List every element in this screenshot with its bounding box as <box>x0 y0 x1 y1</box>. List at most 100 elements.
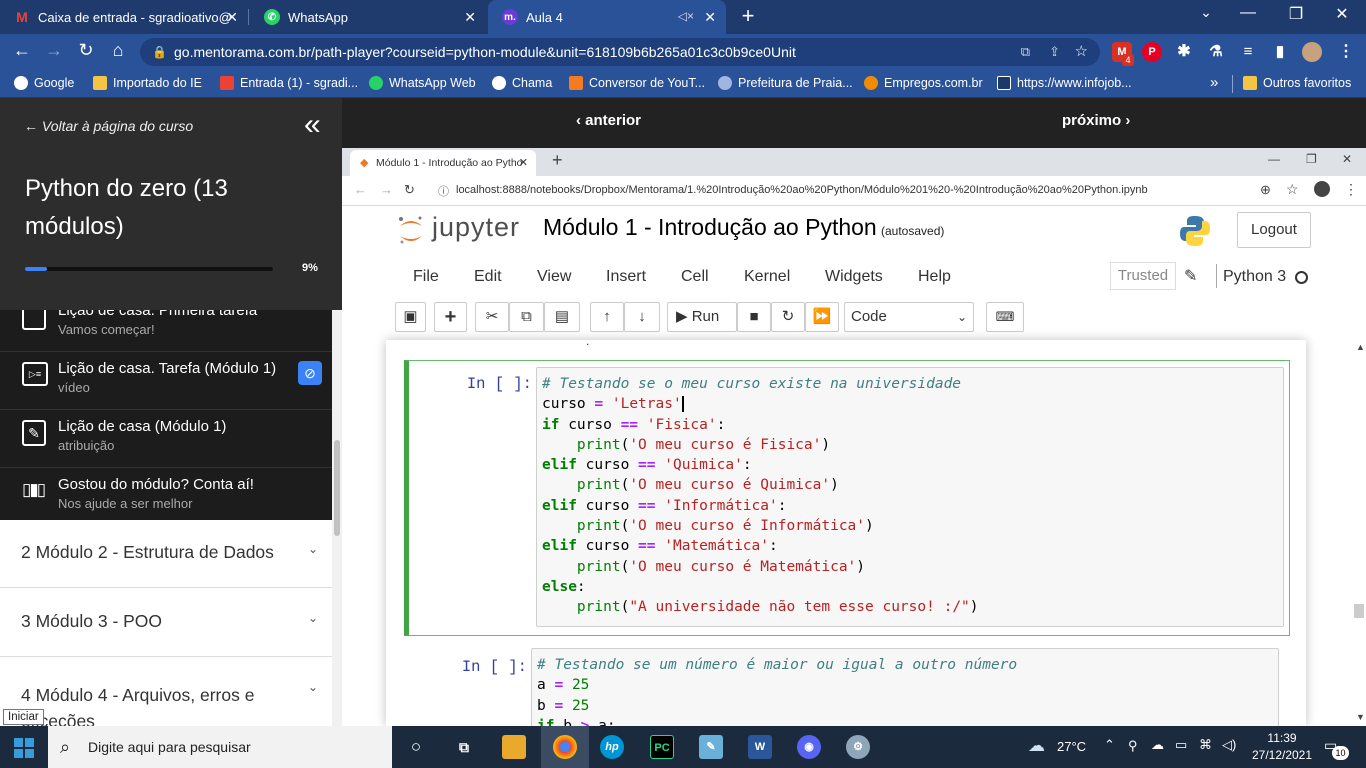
chrome-icon[interactable] <box>553 735 577 759</box>
interrupt-icon[interactable]: ■ <box>737 302 771 332</box>
minimize-icon[interactable]: — <box>1268 152 1280 166</box>
clock-date[interactable]: 27/12/2021 <box>1250 748 1314 762</box>
speaker-muted-icon[interactable]: ◁× <box>678 9 694 23</box>
bookmark-google[interactable]: Google <box>14 76 74 90</box>
close-tab-icon[interactable]: ✕ <box>464 9 476 26</box>
close-tab-icon[interactable]: ✕ <box>226 9 238 26</box>
menu-kernel[interactable]: Kernel <box>744 268 790 286</box>
run-button[interactable]: ▶ Run <box>667 302 737 332</box>
task-view-icon[interactable]: ⧉ <box>452 735 476 759</box>
translate-icon[interactable]: ⧉ <box>1021 38 1030 66</box>
save-icon[interactable]: ▣ <box>395 302 426 332</box>
restart-run-all-icon[interactable]: ⏩ <box>805 302 839 332</box>
settings-app-icon[interactable]: ⚙ <box>846 735 870 759</box>
onedrive-icon[interactable]: ☁ <box>1151 737 1164 753</box>
code-editor[interactable]: # Testando se um número é maior ou igual… <box>531 648 1279 726</box>
tab-whatsapp[interactable]: ✆ WhatsApp ✕ <box>250 0 486 34</box>
attachment-icon[interactable]: ⊘ <box>298 361 322 385</box>
bookmark-conversor[interactable]: Conversor de YouT... <box>569 76 705 90</box>
new-tab-icon[interactable]: + <box>552 150 563 171</box>
insert-cell-icon[interactable]: + <box>434 302 467 332</box>
windows-start-icon[interactable] <box>14 738 34 758</box>
next-link[interactable]: próximo › <box>1062 112 1130 129</box>
weather-temp[interactable]: 27°C <box>1057 739 1086 754</box>
scrollbar-thumb[interactable] <box>334 440 340 536</box>
volume-icon[interactable]: ◁) <box>1222 737 1236 753</box>
trusted-indicator[interactable]: Trusted <box>1110 262 1176 290</box>
bookmark-infojobs[interactable]: https://www.infojob... <box>997 76 1132 90</box>
notepad-icon[interactable]: ✎ <box>699 735 723 759</box>
file-explorer-icon[interactable] <box>502 735 526 759</box>
keyboard-icon[interactable]: ⌨ <box>986 302 1024 332</box>
menu-view[interactable]: View <box>537 268 571 286</box>
bookmark-prefeitura[interactable]: Prefeitura de Praia... <box>718 76 853 90</box>
close-window-icon[interactable]: ✕ <box>1342 152 1352 166</box>
new-tab-icon[interactable]: + <box>728 3 768 29</box>
word-icon[interactable]: W <box>748 735 772 759</box>
lock-icon[interactable]: 🔒 <box>152 38 167 66</box>
inner-url[interactable]: localhost:8888/notebooks/Dropbox/Mentora… <box>456 184 1148 196</box>
menu-edit[interactable]: Edit <box>474 268 502 286</box>
lesson-item[interactable]: ▯▮▯ Gostou do módulo? Conta aí! Nos ajud… <box>0 468 332 520</box>
forward-icon[interactable]: → <box>380 182 393 197</box>
clock-time[interactable]: 11:39 <box>1260 731 1304 745</box>
inner-tab[interactable]: ◆ Módulo 1 - Introdução ao Pytho ✕ <box>350 150 536 176</box>
hp-icon[interactable]: hp <box>600 735 624 759</box>
taskbar-search[interactable]: ⌕ Digite aqui para pesquisar <box>48 726 392 768</box>
lesson-item[interactable]: ✎ Lição de casa (Módulo 1) atribuição <box>0 410 332 468</box>
bookmark-chama[interactable]: Chama <box>492 76 552 90</box>
star-icon[interactable]: ☆ <box>1286 181 1299 198</box>
star-icon[interactable]: ☆ <box>1075 38 1088 66</box>
restart-icon[interactable]: ↻ <box>771 302 805 332</box>
code-editor[interactable]: # Testando se o meu curso existe na univ… <box>536 367 1284 627</box>
reload-icon[interactable]: ↻ <box>74 40 98 61</box>
bookmarks-overflow-icon[interactable]: » <box>1210 74 1218 91</box>
pinterest-icon[interactable]: P <box>1142 42 1162 62</box>
restore-icon[interactable]: ❐ <box>1276 4 1316 24</box>
notebook-title[interactable]: Módulo 1 - Introdução ao Python <box>543 214 877 241</box>
kernel-name[interactable]: Python 3 <box>1223 268 1286 286</box>
forward-icon[interactable]: → <box>42 40 66 61</box>
profile-avatar[interactable] <box>1302 42 1322 62</box>
close-window-icon[interactable]: ✕ <box>1322 4 1362 24</box>
side-panel-icon[interactable]: ▮ <box>1270 42 1290 62</box>
bookmark-entrada[interactable]: Entrada (1) - sgradi... <box>220 76 358 90</box>
scroll-down-icon[interactable]: ▼ <box>1356 712 1365 722</box>
home-icon[interactable]: ⌂ <box>106 40 130 61</box>
address-bar[interactable]: 🔒 go.mentorama.com.br/path-player?course… <box>140 38 1100 66</box>
meet-now-icon[interactable]: ⚲ <box>1128 738 1138 754</box>
zoom-icon[interactable]: ⊕ <box>1260 182 1271 198</box>
edit-pencil-icon[interactable]: ✎ <box>1184 266 1197 286</box>
pycharm-icon[interactable]: PC <box>650 735 674 759</box>
sidebar-scrollbar[interactable] <box>332 310 342 726</box>
restore-icon[interactable]: ❐ <box>1306 152 1317 166</box>
reload-icon[interactable]: ↻ <box>404 182 415 198</box>
menu-help[interactable]: Help <box>918 268 951 286</box>
lesson-item[interactable]: Lição de casa. Primeira tarefa Vamos com… <box>0 310 332 352</box>
tab-gmail[interactable]: M Caixa de entrada - sgradioativo@ ✕ <box>0 0 248 34</box>
notebook-scrollbar[interactable]: ▲ ▼ <box>1352 340 1366 726</box>
back-icon[interactable]: ← <box>10 40 34 61</box>
menu-kebab-icon[interactable]: ⋮ <box>1336 42 1356 62</box>
menu-cell[interactable]: Cell <box>681 268 709 286</box>
cut-icon[interactable]: ✂ <box>475 302 509 332</box>
logout-button[interactable]: Logout <box>1237 212 1311 248</box>
share-icon[interactable]: ⇪ <box>1049 38 1060 66</box>
other-favorites[interactable]: Outros favoritos <box>1243 76 1351 90</box>
cell-type-select[interactable]: Code ⌄ <box>844 302 974 332</box>
tray-expand-icon[interactable]: ⌃ <box>1104 737 1115 753</box>
tab-aula4[interactable]: m. Aula 4 ◁× ✕ <box>488 0 726 34</box>
tab-search-icon[interactable]: ⌄ <box>1186 4 1226 21</box>
network-icon[interactable]: ⌘ <box>1199 737 1212 753</box>
profile-avatar[interactable] <box>1314 181 1330 197</box>
code-cell-selected[interactable]: In [ ]: # Testando se o meu curso existe… <box>404 360 1290 636</box>
bookmark-importado[interactable]: Importado do IE <box>93 76 202 90</box>
menu-kebab-icon[interactable]: ⋮ <box>1344 181 1358 198</box>
discord-icon[interactable]: ◉ <box>797 735 821 759</box>
paste-icon[interactable]: ▤ <box>544 302 580 332</box>
extensions-icon[interactable]: ✱ <box>1174 42 1194 62</box>
cortana-icon[interactable]: ○ <box>404 735 428 759</box>
code-cell[interactable]: In [ ]: # Testando se um número é maior … <box>409 646 1290 726</box>
collapse-sidebar-icon[interactable]: « <box>304 108 321 142</box>
weather-icon[interactable]: ☁ <box>1028 736 1045 756</box>
